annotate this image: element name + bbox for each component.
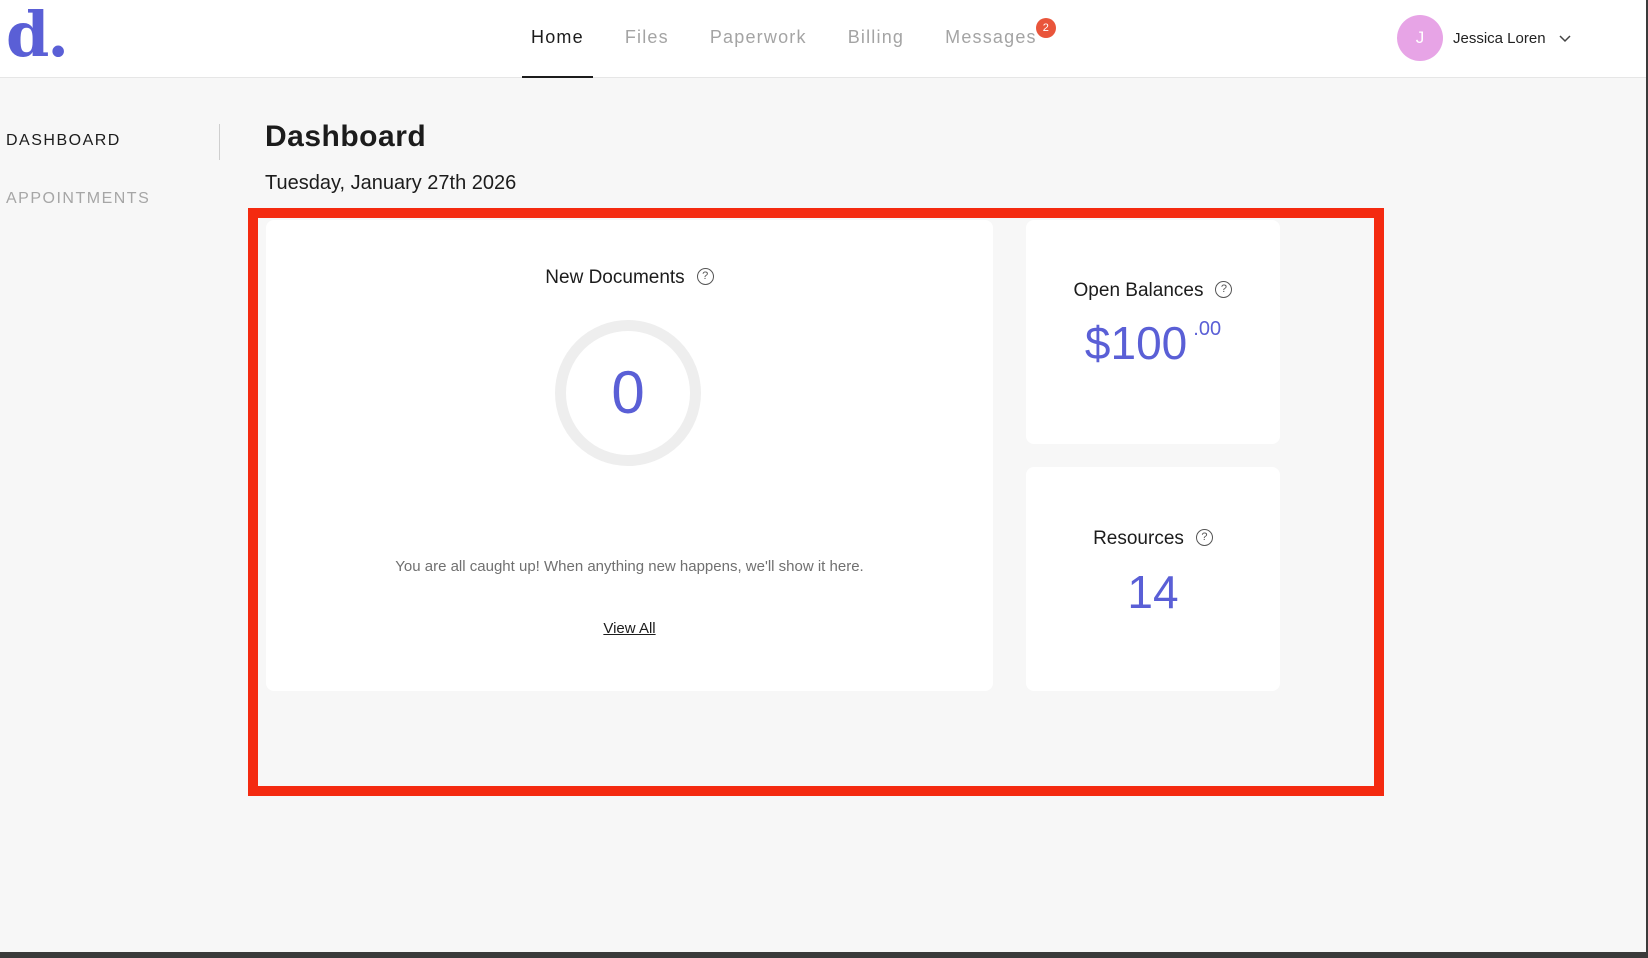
sidebar-divider — [219, 124, 220, 160]
tab-home-label: Home — [531, 27, 584, 47]
main-nav: Home Files Paperwork Billing Messages 2 — [522, 0, 1069, 78]
sidebar: DASHBOARD APPOINTMENTS — [0, 120, 220, 420]
user-name: Jessica Loren — [1453, 29, 1546, 47]
user-menu[interactable]: J Jessica Loren — [1397, 15, 1572, 61]
page-title: Dashboard — [265, 120, 427, 153]
chevron-down-icon — [1559, 35, 1571, 43]
tab-home[interactable]: Home — [522, 0, 593, 78]
tab-messages[interactable]: Messages 2 — [936, 0, 1056, 78]
top-bar: d. Home Files Paperwork Billing Messages… — [0, 0, 1648, 78]
window-bottom-bar — [0, 952, 1648, 958]
tab-files[interactable]: Files — [616, 0, 678, 78]
tab-files-label: Files — [624, 27, 669, 47]
page-date: Tuesday, January 27th 2026 — [265, 172, 517, 194]
tab-billing[interactable]: Billing — [839, 0, 913, 78]
avatar: J — [1397, 15, 1443, 61]
tab-billing-label: Billing — [847, 27, 905, 47]
tab-paperwork[interactable]: Paperwork — [701, 0, 816, 78]
sidebar-item-appointments[interactable]: APPOINTMENTS — [6, 190, 150, 208]
sidebar-item-dashboard[interactable]: DASHBOARD — [6, 132, 121, 150]
messages-badge: 2 — [1035, 18, 1056, 38]
tab-messages-label: Messages — [945, 27, 1037, 47]
tab-paperwork-label: Paperwork — [709, 27, 807, 47]
highlight-box — [248, 208, 1384, 796]
brand-logo[interactable]: d. — [6, 2, 69, 68]
